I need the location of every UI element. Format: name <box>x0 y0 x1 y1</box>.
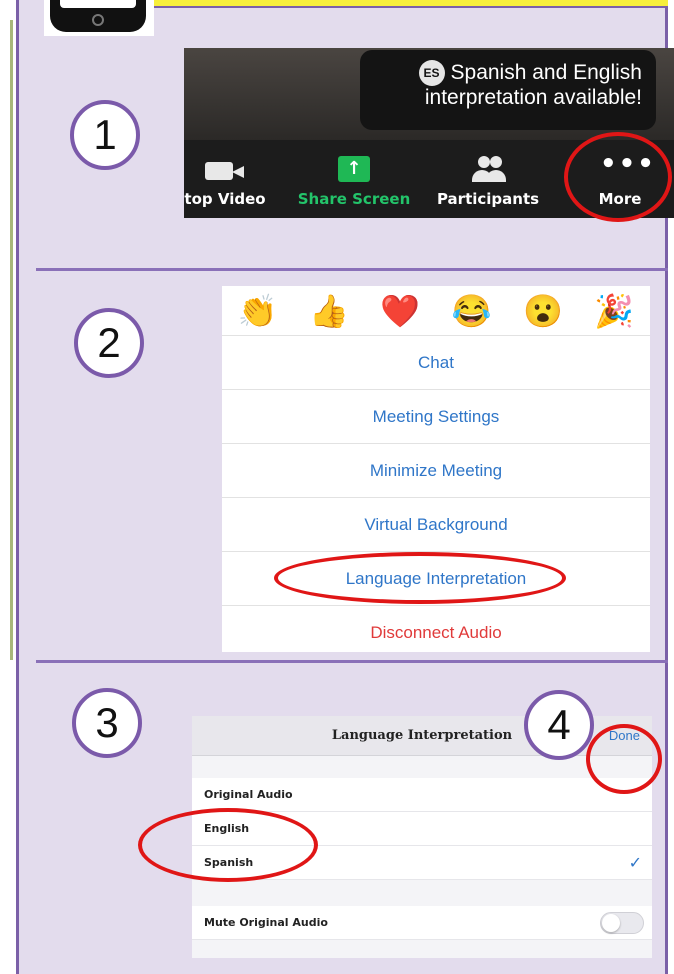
done-highlight-ring <box>586 724 662 794</box>
phone-body <box>50 0 146 32</box>
thumbs-up-reaction-icon[interactable]: 👍 <box>309 292 349 330</box>
clap-reaction-icon[interactable]: 👏 <box>238 292 278 330</box>
menu-item-meeting-settings[interactable]: Meeting Settings <box>222 390 650 444</box>
stop-video-button[interactable]: top Video <box>184 154 278 214</box>
tooltip-line-2: interpretation available! <box>424 86 642 109</box>
mute-original-audio-row: Mute Original Audio <box>192 906 652 940</box>
interpretation-tooltip: ES Spanish and English interpretation ava… <box>360 50 656 130</box>
mute-original-audio-label: Mute Original Audio <box>204 916 328 929</box>
share-screen-button[interactable]: ↑ Share Screen <box>292 154 416 214</box>
section-divider-2 <box>36 660 668 663</box>
reactions-row: 👏 👍 ❤️ 😂 😮 🎉 <box>222 286 650 336</box>
participants-label: Participants <box>436 190 540 208</box>
menu-item-chat[interactable]: Chat <box>222 336 650 390</box>
step-1-number: 1 <box>70 100 140 170</box>
tooltip-line-1: Spanish and English <box>450 61 642 84</box>
phone-screen <box>60 0 136 8</box>
step-3-number: 3 <box>72 688 142 758</box>
top-banner-strip <box>150 0 668 8</box>
share-screen-icon: ↑ <box>338 156 370 182</box>
step-4-number: 4 <box>524 690 594 760</box>
mute-original-audio-toggle[interactable] <box>600 912 644 934</box>
language-badge: ES <box>418 60 445 86</box>
step-2-number: 2 <box>74 308 144 378</box>
menu-item-virtual-background[interactable]: Virtual Background <box>222 498 650 552</box>
language-interpretation-highlight-ring <box>274 552 566 604</box>
option-original-audio[interactable]: Original Audio <box>192 778 652 812</box>
left-accent-border <box>10 20 13 660</box>
share-screen-label: Share Screen <box>297 190 411 208</box>
participants-icon <box>470 156 506 184</box>
more-highlight-ring <box>564 132 672 222</box>
option-original-audio-label: Original Audio <box>204 788 293 801</box>
menu-item-minimize-meeting[interactable]: Minimize Meeting <box>222 444 650 498</box>
party-reaction-icon[interactable]: 🎉 <box>594 292 634 330</box>
menu-item-disconnect-audio[interactable]: Disconnect Audio <box>222 606 650 660</box>
phone-home-button <box>92 14 104 26</box>
stop-video-label: top Video <box>184 190 266 208</box>
video-camera-icon <box>205 160 245 182</box>
heart-reaction-icon[interactable]: ❤️ <box>380 292 420 330</box>
phone-icon <box>44 0 154 36</box>
surprised-reaction-icon[interactable]: 😮 <box>523 292 563 330</box>
section-divider-1 <box>36 268 668 271</box>
laugh-reaction-icon[interactable]: 😂 <box>452 292 492 330</box>
participants-button[interactable]: Participants <box>430 154 546 214</box>
checkmark-icon: ✓ <box>628 853 642 872</box>
language-options-highlight-ring <box>138 808 318 882</box>
